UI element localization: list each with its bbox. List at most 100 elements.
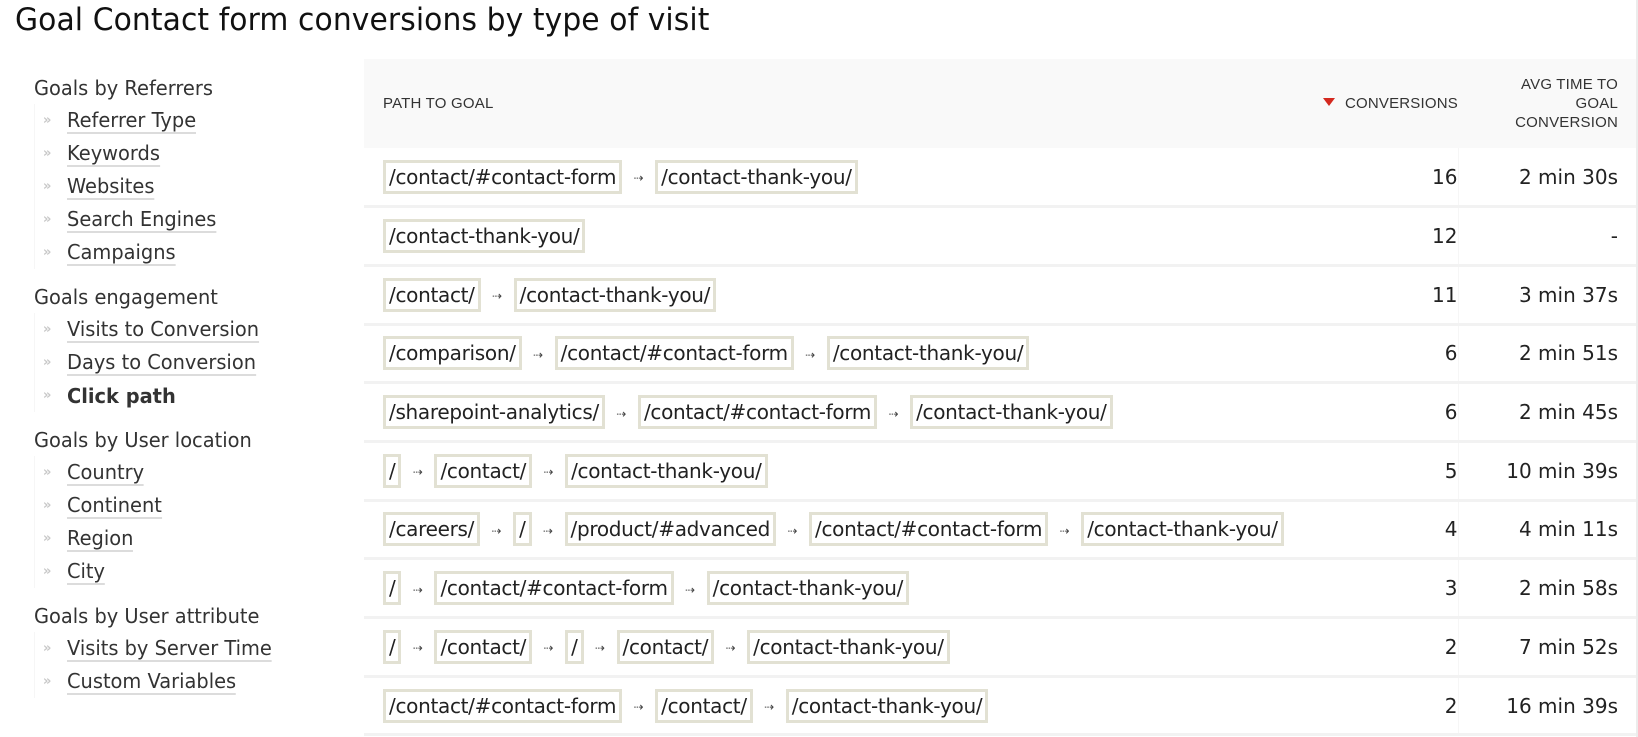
column-header-conversions[interactable]: CONVERSIONS (1288, 59, 1458, 148)
path-step[interactable]: /contact/ (383, 277, 481, 312)
sidebar-section: Goals by User location » Country » Continent… (34, 424, 354, 588)
path-step[interactable]: /contact-thank-you/ (513, 277, 717, 312)
sidebar-item-city[interactable]: » City (35, 555, 354, 588)
path-step[interactable]: / (383, 453, 402, 488)
double-chevron-right-icon: » (43, 212, 52, 227)
path-step[interactable]: /sharepoint-analytics/ (383, 395, 605, 430)
path-step[interactable]: /contact/ (434, 453, 533, 488)
path-step[interactable]: / (383, 629, 402, 664)
sidebar-link[interactable]: Country (67, 460, 145, 486)
sidebar-link[interactable]: Region (67, 526, 134, 552)
path-step[interactable]: / (565, 629, 584, 664)
path-step[interactable]: /contact/#contact-form (383, 159, 623, 194)
conversions-cell: 6 (1444, 341, 1458, 366)
sidebar-item-click-path[interactable]: » Click path (35, 379, 354, 412)
path-step[interactable]: /contact/#contact-form (554, 336, 794, 371)
sidebar-item-visits-by-server-time[interactable]: » Visits by Server Time (35, 632, 354, 665)
path-step[interactable]: /contact-thank-you/ (1081, 512, 1284, 547)
dotted-arrow-right-icon: ⇢ (412, 582, 423, 597)
sidebar-item-country[interactable]: » Country (35, 456, 354, 489)
dotted-arrow-right-icon: ⇢ (491, 523, 502, 538)
path-step[interactable]: /contact/#contact-form (434, 571, 674, 606)
dotted-arrow-right-icon: ⇢ (543, 465, 554, 480)
path-cell: / ⇢ /contact/ ⇢ / ⇢ /contact/ ⇢ /contact-thank-y… (364, 618, 1288, 677)
sidebar-link[interactable]: Websites (67, 174, 155, 200)
path-cell: / ⇢ /contact/ ⇢ /contact-thank-you/ (364, 441, 1288, 500)
sidebar-link-active[interactable]: Click path (67, 384, 176, 408)
path-step[interactable]: /contact/#contact-form (383, 688, 623, 723)
dotted-arrow-right-icon: ⇢ (685, 582, 696, 597)
path-step[interactable]: /contact-thank-you/ (655, 159, 858, 194)
table-row: / ⇢ /contact/ ⇢ / ⇢ /contact/ ⇢ /contact-thank-y… (364, 617, 1636, 677)
column-header-avg-time[interactable]: AVG TIME TO GOAL CONVERSION (1458, 59, 1636, 148)
sidebar-item-keywords[interactable]: » Keywords (35, 137, 354, 170)
sidebar-link[interactable]: Campaigns (67, 240, 176, 266)
table-row: /contact/ ⇢ /contact-thank-you/11 3 min 37s (364, 265, 1636, 325)
path-step[interactable]: /careers/ (383, 512, 481, 547)
dotted-arrow-right-icon: ⇢ (787, 523, 798, 538)
sidebar-item-region[interactable]: » Region (35, 522, 354, 555)
sidebar-item-visits-to-conversion[interactable]: » Visits to Conversion (35, 313, 354, 346)
path-step[interactable]: / (513, 512, 532, 547)
path-step[interactable]: /contact/ (616, 629, 715, 664)
double-chevron-right-icon: » (43, 322, 52, 337)
path-cell: /contact-thank-you/ (364, 207, 1288, 266)
sidebar-link[interactable]: Visits to Conversion (67, 317, 260, 343)
sidebar-link[interactable]: Search Engines (67, 207, 217, 233)
sidebar-link[interactable]: Custom Variables (67, 669, 237, 695)
sidebar-link[interactable]: Keywords (67, 141, 160, 167)
sidebar-link[interactable]: Visits by Server Time (67, 636, 272, 662)
path-step[interactable]: /contact/#contact-form (637, 395, 878, 430)
path-step[interactable]: /comparison/ (383, 336, 522, 371)
conversions-cell: 2 (1444, 634, 1458, 659)
column-header-path[interactable]: PATH TO GOAL (364, 59, 1288, 148)
sidebar-section-heading: Goals by User attribute (34, 604, 260, 628)
dotted-arrow-right-icon: ⇢ (543, 523, 554, 538)
path-step[interactable]: /contact-thank-you/ (826, 336, 1030, 371)
dotted-arrow-right-icon: ⇢ (1059, 523, 1070, 538)
page: Goal Contact form conversions by type of… (0, 0, 1638, 737)
sidebar-link[interactable]: Continent (67, 493, 162, 519)
double-chevron-right-icon: » (43, 245, 52, 260)
sidebar-item-days-to-conversion[interactable]: » Days to Conversion (35, 346, 354, 379)
double-chevron-right-icon: » (43, 531, 52, 546)
sort-descending-icon[interactable] (1322, 98, 1335, 106)
path-step[interactable]: /product/#advanced (564, 512, 777, 547)
sidebar-link[interactable]: Referrer Type (67, 108, 197, 134)
path-step[interactable]: /contact/ (655, 688, 753, 723)
click-path-table-container: PATH TO GOAL CONVERSIONS AVG TIME TO GOAL… (364, 59, 1636, 736)
table-row: /contact-thank-you/12- (364, 206, 1636, 266)
path-step[interactable]: /contact-thank-you/ (785, 688, 989, 723)
dotted-arrow-right-icon: ⇢ (888, 406, 899, 421)
sidebar-item-referrer-type[interactable]: » Referrer Type (35, 104, 354, 137)
conversions-cell: 4 (1444, 517, 1458, 542)
path-step[interactable]: /contact-thank-you/ (383, 219, 586, 254)
conversions-cell: 3 (1444, 576, 1458, 601)
path-step[interactable]: / (383, 571, 402, 606)
sidebar-item-websites[interactable]: » Websites (35, 170, 354, 203)
path-cell: / ⇢ /contact/#contact-form ⇢ /contact-thank-… (364, 559, 1288, 618)
path-step[interactable]: /contact/ (434, 629, 533, 664)
sidebar-link[interactable]: City (67, 559, 106, 585)
path-step[interactable]: /contact-thank-you/ (706, 571, 910, 606)
sidebar-link[interactable]: Days to Conversion (67, 350, 256, 376)
sidebar-item-search-engines[interactable]: » Search Engines (35, 203, 354, 236)
table-row: /careers/ ⇢ / ⇢ /product/#advanced ⇢ /contact/… (364, 500, 1636, 559)
path-step[interactable]: /contact/#contact-form (809, 512, 1049, 547)
path-step[interactable]: /contact-thank-you/ (747, 629, 950, 664)
sidebar-item-custom-variables[interactable]: » Custom Variables (35, 665, 354, 698)
sidebar-item-continent[interactable]: » Continent (35, 489, 354, 522)
table-row: /sharepoint-analytics/ ⇢ /contact/#contact… (364, 382, 1636, 442)
sidebar: Goals by Referrers » Referrer Type » Keyword… (34, 72, 354, 710)
path-step[interactable]: /contact-thank-you/ (565, 453, 768, 488)
path-step[interactable]: /contact-thank-you/ (910, 395, 1113, 430)
table-row: /contact/#contact-form ⇢ /contact-thank-yo… (364, 148, 1636, 207)
conversions-cell: 2 (1444, 693, 1458, 718)
sidebar-section: Goals engagement » Visits to Conversion » Da… (34, 281, 354, 412)
sidebar-item-campaigns[interactable]: » Campaigns (35, 236, 354, 269)
sidebar-section: Goals by User attribute » Visits by Server… (34, 600, 354, 698)
double-chevron-right-icon: » (43, 465, 52, 480)
table-header-row: PATH TO GOAL CONVERSIONS AVG TIME TO GOAL… (364, 59, 1636, 148)
table-row: /contact/#contact-form ⇢ /contact/ ⇢ /contac… (364, 676, 1636, 735)
path-cell: /careers/ ⇢ / ⇢ /product/#advanced ⇢ /contact/… (364, 500, 1288, 559)
